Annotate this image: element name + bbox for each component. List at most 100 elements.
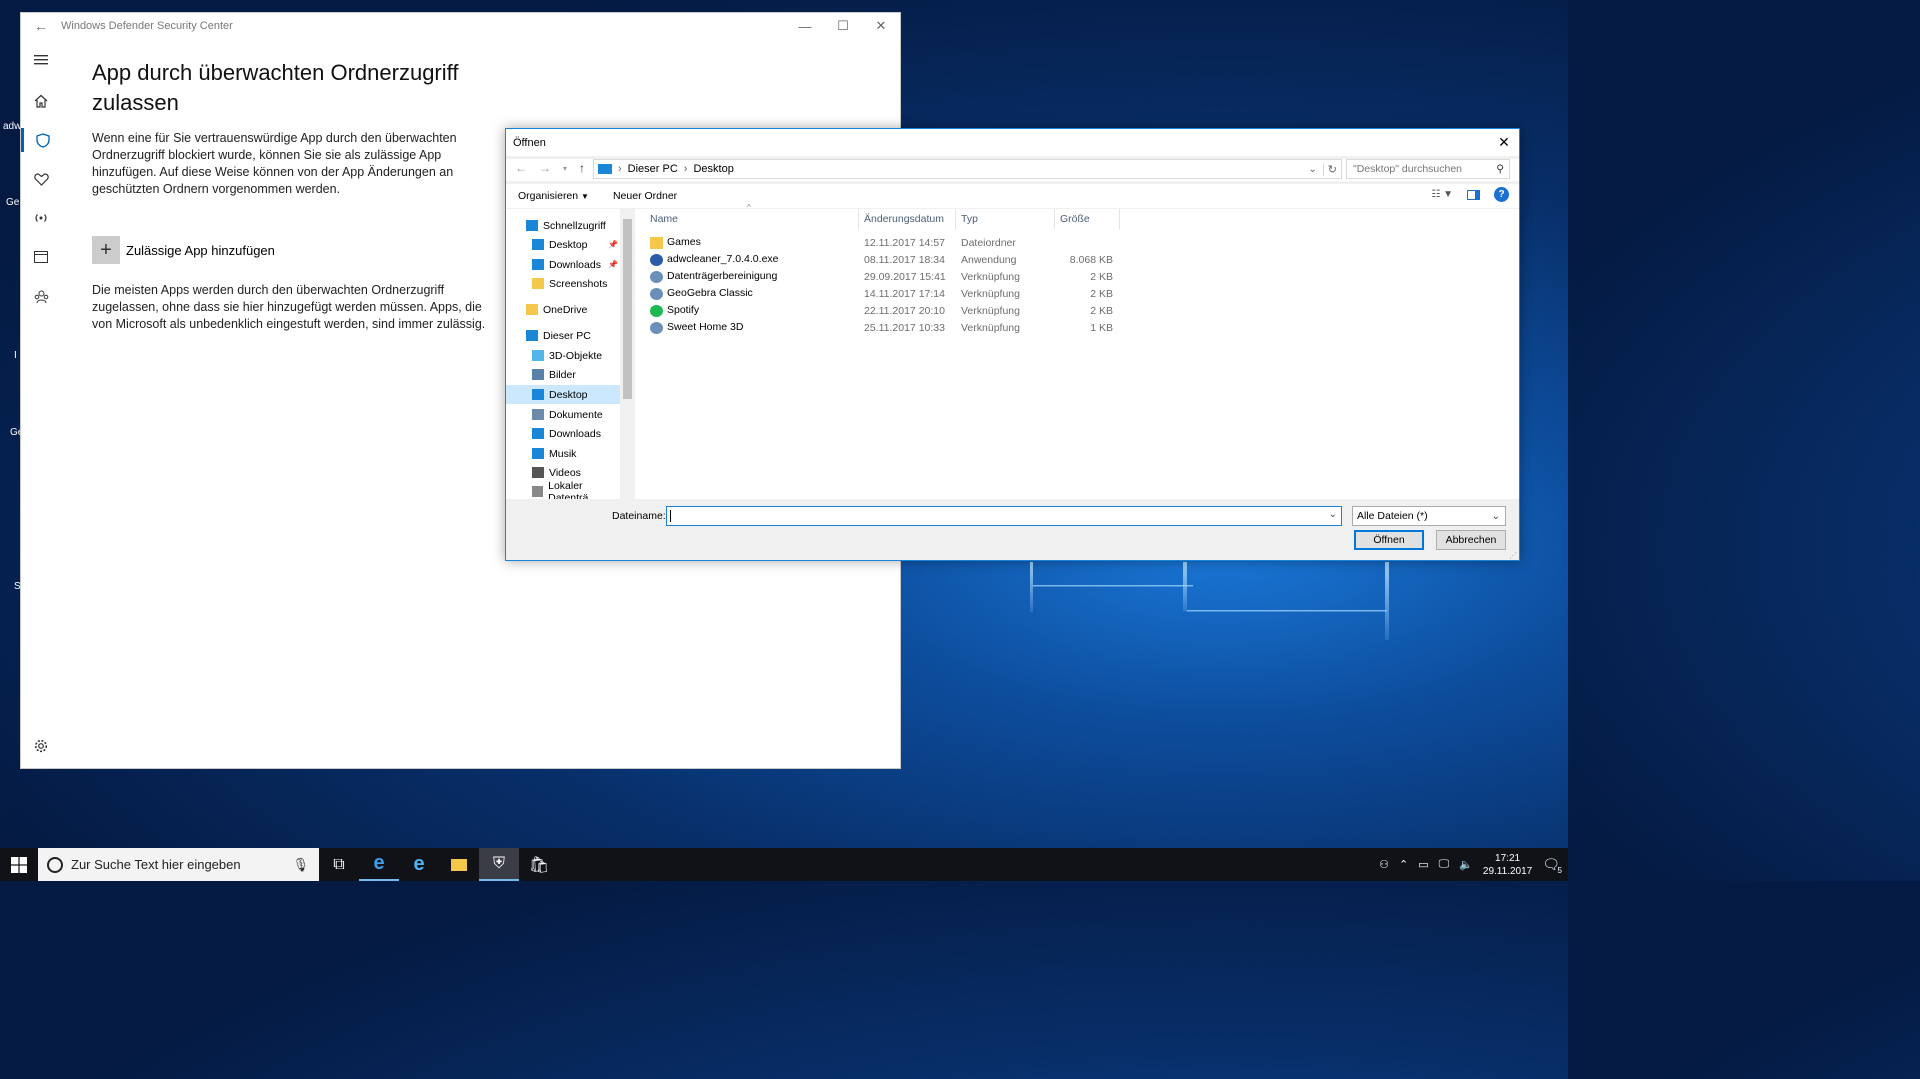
- battery-icon[interactable]: ▭: [1418, 858, 1428, 871]
- taskbar-search-box[interactable]: Zur Suche Text hier eingeben 🎙: [38, 848, 319, 881]
- column-header-size[interactable]: Größe: [1060, 209, 1090, 229]
- breadcrumb-dieser-pc[interactable]: Dieser PC: [628, 163, 678, 175]
- volume-icon[interactable]: 🔈: [1459, 858, 1473, 871]
- chevron-up-icon[interactable]: ⌃: [1399, 858, 1408, 871]
- nav-scrollbar[interactable]: [620, 209, 634, 499]
- desktop-icon-label[interactable]: adw: [3, 121, 21, 132]
- minimize-button[interactable]: —: [786, 19, 824, 34]
- wireless-icon[interactable]: [21, 206, 61, 230]
- back-arrow-icon[interactable]: ←: [21, 18, 61, 34]
- nav-item[interactable]: OneDrive: [506, 300, 620, 319]
- search-input[interactable]: "Desktop" durchsuchen ⚲: [1346, 159, 1510, 179]
- file-row[interactable]: Spotify 22.11.2017 20:10 Verknüpfung 2 KB: [635, 302, 1519, 319]
- nav-scrollbar-thumb[interactable]: [623, 219, 632, 399]
- network-icon[interactable]: 🖵: [1439, 858, 1450, 871]
- cancel-button[interactable]: Abbrechen: [1436, 530, 1506, 550]
- people-icon[interactable]: ⚇: [1379, 858, 1389, 871]
- defender-window-title: Windows Defender Security Center: [61, 20, 233, 32]
- nav-item[interactable]: Dokumente: [506, 405, 620, 424]
- nav-item[interactable]: Dieser PC: [506, 326, 620, 345]
- nav-item[interactable]: Downloads 📌: [506, 255, 620, 274]
- column-separator[interactable]: [1119, 209, 1120, 229]
- chevron-down-icon[interactable]: ⌄: [1329, 509, 1337, 520]
- clock[interactable]: 17:21 29.11.2017: [1483, 852, 1532, 878]
- store-icon[interactable]: 🛍: [519, 848, 559, 881]
- open-button[interactable]: Öffnen: [1354, 530, 1424, 550]
- chevron-down-icon: ⌄: [1491, 510, 1500, 522]
- column-header-type[interactable]: Typ: [961, 209, 978, 229]
- nav-item[interactable]: Desktop 📌: [506, 235, 620, 254]
- defender-taskbar-icon[interactable]: ⛨: [479, 848, 519, 881]
- column-separator[interactable]: [955, 209, 956, 229]
- resize-grip-icon[interactable]: ⋰: [1509, 551, 1517, 560]
- address-row: ← → ▾ ↑ › Dieser PC › Desktop ⌄ ↻ "Deskt…: [506, 159, 1519, 181]
- desktop-icon-label[interactable]: I: [14, 350, 17, 361]
- add-allowed-app-label: Zulässige App hinzufügen: [126, 242, 275, 258]
- nav-item[interactable]: Bilder: [506, 365, 620, 384]
- edge-icon[interactable]: e: [359, 848, 399, 881]
- heart-icon[interactable]: [21, 167, 61, 191]
- file-row[interactable]: Games 12.11.2017 14:57 Dateiordner: [635, 234, 1519, 251]
- file-name: Spotify: [667, 304, 700, 317]
- view-options-icon[interactable]: ☷ ▼: [1431, 189, 1453, 200]
- folder-icon: [650, 236, 663, 249]
- help-icon[interactable]: ?: [1494, 187, 1509, 202]
- hamburger-icon[interactable]: [21, 48, 61, 72]
- file-name: adwcleaner_7.0.4.0.exe: [667, 253, 779, 266]
- nav-item[interactable]: Screenshots: [506, 274, 620, 293]
- nav-item[interactable]: Schnellzugriff: [506, 216, 620, 235]
- new-folder-button[interactable]: Neuer Ordner: [601, 190, 689, 202]
- nav-item[interactable]: Desktop: [506, 385, 620, 404]
- preview-pane-icon[interactable]: [1467, 189, 1480, 200]
- shield-icon[interactable]: [21, 128, 61, 152]
- file-name-cell: GeoGebra Classic: [650, 287, 753, 300]
- nav-item[interactable]: Musik: [506, 444, 620, 463]
- organize-button[interactable]: Organisieren ▼: [506, 190, 601, 202]
- filename-input[interactable]: ⌄: [666, 506, 1342, 526]
- start-button[interactable]: [0, 848, 38, 881]
- nav-item-label: Downloads: [549, 427, 601, 440]
- dialog-close-button[interactable]: ✕: [1489, 129, 1519, 156]
- cube-icon: [532, 350, 544, 361]
- nav-item[interactable]: 3D-Objekte: [506, 346, 620, 365]
- file-explorer-icon[interactable]: [439, 848, 479, 881]
- filetype-select[interactable]: Alle Dateien (*) ⌄: [1352, 506, 1506, 526]
- nav-item[interactable]: Lokaler Datenträ: [506, 480, 620, 499]
- up-icon[interactable]: ↑: [579, 161, 585, 175]
- column-separator[interactable]: [858, 209, 859, 229]
- family-icon[interactable]: [21, 284, 61, 308]
- column-header-date[interactable]: Änderungsdatum: [864, 209, 944, 229]
- add-allowed-app-button[interactable]: + Zulässige App hinzufügen: [92, 236, 502, 264]
- file-row[interactable]: Datenträgerbereinigung 29.09.2017 15:41 Ve…: [635, 268, 1519, 285]
- browser-icon[interactable]: [21, 245, 61, 269]
- wallpaper-beam: [1385, 562, 1389, 640]
- column-separator[interactable]: [1054, 209, 1055, 229]
- file-row[interactable]: Sweet Home 3D 25.11.2017 10:33 Verknüpfung…: [635, 319, 1519, 336]
- internet-explorer-icon[interactable]: e: [399, 848, 439, 881]
- file-row[interactable]: GeoGebra Classic 14.11.2017 17:14 Verknüpf…: [635, 285, 1519, 302]
- forward-icon[interactable]: →: [539, 161, 551, 175]
- breadcrumb-desktop[interactable]: Desktop: [693, 163, 733, 175]
- gear-icon[interactable]: [21, 734, 61, 758]
- desktop-icon-label[interactable]: Ge: [6, 197, 19, 208]
- pc-icon: [598, 164, 612, 174]
- refresh-icon[interactable]: ↻: [1322, 162, 1341, 176]
- address-bar[interactable]: › Dieser PC › Desktop ⌄ ↻: [593, 159, 1342, 179]
- system-tray: ⚇ ⌃ ▭ 🖵 🔈 17:21 29.11.2017 🗨 5: [1379, 848, 1568, 881]
- filename-label: Dateiname:: [612, 510, 666, 522]
- column-header-name[interactable]: Name: [650, 209, 678, 229]
- taskbar-search-placeholder: Zur Suche Text hier eingeben: [71, 857, 241, 872]
- shortcut-icon: [650, 321, 663, 334]
- nav-item[interactable]: Downloads: [506, 424, 620, 443]
- maximize-button[interactable]: ☐: [824, 18, 862, 34]
- close-button[interactable]: ✕: [862, 18, 900, 34]
- recent-dropdown-icon[interactable]: ▾: [563, 164, 567, 175]
- task-view-icon[interactable]: ⧉: [319, 848, 359, 881]
- nav-item-label: Dokumente: [549, 408, 603, 421]
- back-icon[interactable]: ←: [515, 161, 527, 175]
- microphone-icon[interactable]: 🎙: [292, 857, 309, 873]
- home-icon[interactable]: [21, 89, 61, 113]
- file-row[interactable]: adwcleaner_7.0.4.0.exe 08.11.2017 18:34 An…: [635, 251, 1519, 268]
- notification-icon[interactable]: 🗨 5: [1542, 856, 1562, 875]
- chevron-down-icon[interactable]: ⌄: [1308, 164, 1316, 175]
